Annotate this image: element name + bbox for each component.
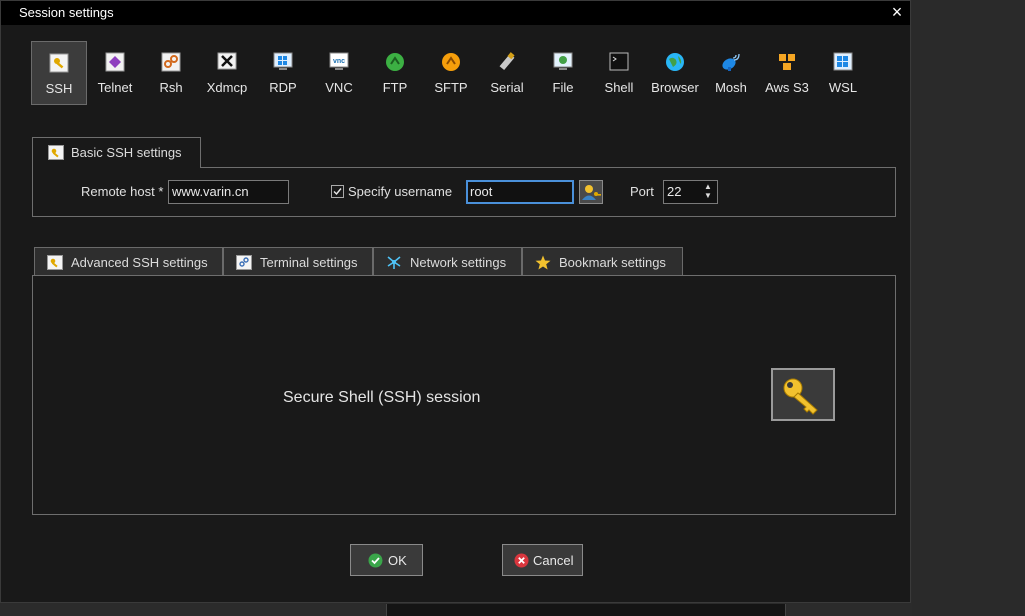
- protocol-aws-s3[interactable]: Aws S3: [759, 41, 815, 105]
- cancel-button[interactable]: Cancel: [502, 544, 583, 576]
- tab-basic-ssh-settings[interactable]: Basic SSH settings: [32, 137, 201, 168]
- sftp-icon: [442, 53, 460, 71]
- port-input[interactable]: 22 ▲ ▼: [663, 180, 718, 204]
- settings-panel: Secure Shell (SSH) session: [32, 275, 896, 515]
- key-icon: [47, 255, 63, 270]
- specify-username-checkbox[interactable]: [331, 185, 344, 198]
- star-icon: [535, 255, 551, 270]
- xdmcp-icon: [217, 52, 237, 70]
- spinner-up-icon[interactable]: ▲: [701, 182, 715, 191]
- background-window-edge: [386, 604, 786, 616]
- user-manager-button[interactable]: [579, 180, 603, 204]
- mosh-icon: [722, 53, 740, 71]
- key-icon: [48, 145, 64, 160]
- protocol-ssh[interactable]: SSH: [31, 41, 87, 105]
- title-bar: Session settings ×: [1, 1, 910, 25]
- background-window: [912, 0, 1025, 616]
- network-icon: [387, 256, 401, 269]
- telnet-icon: [105, 52, 125, 72]
- specify-username-label[interactable]: Specify username: [348, 184, 452, 199]
- tab-advanced-ssh-settings[interactable]: Advanced SSH settings: [34, 247, 223, 276]
- user-key-icon: [582, 185, 601, 200]
- protocol-browser[interactable]: Browser: [647, 41, 703, 105]
- session-settings-dialog: Session settings × SSH Telnet Rsh Xdmcp …: [0, 0, 911, 603]
- close-icon[interactable]: ×: [887, 3, 907, 23]
- file-icon: [553, 52, 573, 70]
- ssh-logo: [771, 368, 835, 421]
- remote-host-input[interactable]: www.varin.cn: [168, 180, 289, 204]
- port-spinner[interactable]: ▲ ▼: [701, 182, 715, 202]
- rsh-icon: [161, 52, 181, 72]
- port-value: 22: [667, 184, 682, 199]
- window-title: Session settings: [19, 5, 114, 20]
- session-description: Secure Shell (SSH) session: [283, 389, 481, 406]
- protocol-serial[interactable]: Serial: [479, 41, 535, 105]
- protocol-sftp[interactable]: SFTP: [423, 41, 479, 105]
- check-circle-icon: [368, 553, 383, 568]
- protocol-telnet[interactable]: Telnet: [87, 41, 143, 105]
- cancel-circle-icon: [514, 553, 529, 568]
- tab-bookmark-settings[interactable]: Bookmark settings: [522, 247, 683, 276]
- protocol-wsl[interactable]: WSL: [815, 41, 871, 105]
- protocol-rsh[interactable]: Rsh: [143, 41, 199, 105]
- tab-terminal-settings[interactable]: Terminal settings: [223, 247, 373, 276]
- protocol-file[interactable]: File: [535, 41, 591, 105]
- tab-network-settings[interactable]: Network settings: [373, 247, 522, 276]
- port-label: Port: [630, 184, 654, 199]
- vnc-icon: vnc: [329, 52, 349, 70]
- username-input[interactable]: root: [466, 180, 574, 204]
- protocol-rdp[interactable]: RDP: [255, 41, 311, 105]
- checkmark-icon: [333, 188, 342, 196]
- protocol-mosh[interactable]: Mosh: [703, 41, 759, 105]
- serial-icon: [499, 52, 515, 71]
- rdp-icon: [273, 52, 293, 70]
- terminal-icon: [236, 255, 252, 270]
- spinner-down-icon[interactable]: ▼: [701, 191, 715, 200]
- protocol-vnc[interactable]: vnc VNC: [311, 41, 367, 105]
- large-key-icon: [783, 378, 818, 415]
- aws-s3-icon: [779, 54, 795, 70]
- wsl-icon: [833, 52, 853, 71]
- ssh-key-icon: [49, 53, 69, 73]
- protocol-xdmcp[interactable]: Xdmcp: [199, 41, 255, 105]
- ok-button[interactable]: OK: [350, 544, 423, 576]
- ftp-icon: [386, 53, 404, 71]
- protocol-shell[interactable]: Shell: [591, 41, 647, 105]
- svg-text:vnc: vnc: [333, 58, 345, 65]
- shell-icon: [609, 52, 629, 71]
- protocol-ftp[interactable]: FTP: [367, 41, 423, 105]
- remote-host-label: Remote host *: [81, 184, 164, 199]
- basic-settings-group: Remote host * www.varin.cn Specify usern…: [32, 167, 896, 217]
- browser-icon: [666, 53, 684, 71]
